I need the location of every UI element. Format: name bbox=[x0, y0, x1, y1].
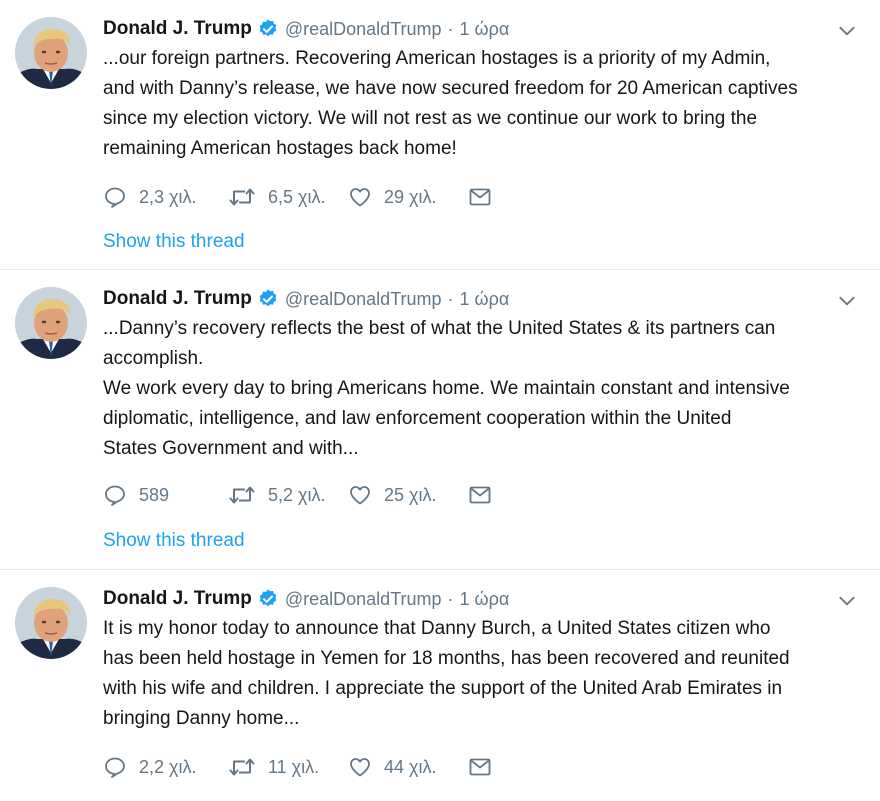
like-count: 25 χιλ. bbox=[384, 484, 437, 505]
tweet-text-line: ...our foreign partners. Recovering Amer… bbox=[103, 48, 771, 69]
envelope-icon bbox=[468, 755, 492, 779]
chevron-down-icon[interactable] bbox=[836, 590, 858, 612]
tweet-text-line: and with Danny’s release, we have now se… bbox=[103, 78, 798, 99]
tweet-text-line: It is my honor today to announce that Da… bbox=[103, 618, 771, 639]
show-thread-link[interactable]: Show this thread bbox=[103, 231, 245, 253]
heart-icon bbox=[348, 755, 372, 779]
action-bar: 2,2 χιλ. 11 χιλ. 44 χιλ. bbox=[103, 752, 492, 782]
like-count: 29 χιλ. bbox=[384, 186, 437, 207]
retweet-button[interactable]: 11 χιλ. bbox=[228, 755, 348, 779]
chevron-down-icon[interactable] bbox=[836, 20, 858, 42]
author-name[interactable]: Donald J. Trump bbox=[103, 288, 252, 310]
reply-icon bbox=[103, 755, 127, 779]
avatar[interactable] bbox=[15, 287, 87, 359]
reply-icon bbox=[103, 483, 127, 507]
retweet-count: 11 χιλ. bbox=[268, 756, 320, 777]
chevron-down-icon[interactable] bbox=[836, 290, 858, 312]
author-name[interactable]: Donald J. Trump bbox=[103, 588, 252, 610]
heart-icon bbox=[348, 483, 372, 507]
tweet-text-line: States Government and with... bbox=[103, 438, 359, 459]
verified-badge-icon bbox=[257, 288, 279, 310]
like-button[interactable]: 29 χιλ. bbox=[348, 185, 468, 209]
tweet-text-line: with his wife and children. I appreciate… bbox=[103, 678, 783, 699]
retweet-button[interactable]: 5,2 χιλ. bbox=[228, 483, 348, 507]
tweet-header: Donald J. Trump @realDonaldTrump · 1 ώρα bbox=[103, 586, 820, 612]
timestamp[interactable]: 1 ώρα bbox=[460, 289, 510, 310]
separator: · bbox=[447, 288, 454, 309]
like-button[interactable]: 25 χιλ. bbox=[348, 483, 468, 507]
reply-button[interactable]: 2,2 χιλ. bbox=[103, 755, 228, 779]
tweet-header: Donald J. Trump @realDonaldTrump · 1 ώρα bbox=[103, 286, 820, 312]
tweet-text-line: has been held hostage in Yemen for 18 mo… bbox=[103, 648, 790, 669]
action-bar: 2,3 χιλ. 6,5 χιλ. 29 χιλ. bbox=[103, 182, 492, 212]
action-bar: 589 5,2 χιλ. 25 χιλ. bbox=[103, 480, 492, 510]
tweet-header: Donald J. Trump @realDonaldTrump · 1 ώρα bbox=[103, 16, 820, 42]
retweet-icon bbox=[228, 185, 256, 209]
tweet-text-line: diplomatic, intelligence, and law enforc… bbox=[103, 408, 732, 429]
envelope-icon bbox=[468, 185, 492, 209]
tweet-text-line: ...Danny’s recovery reflects the best of… bbox=[103, 318, 776, 339]
heart-icon bbox=[348, 185, 372, 209]
reply-count: 589 bbox=[139, 484, 170, 505]
author-handle[interactable]: @realDonaldTrump bbox=[285, 289, 442, 310]
tweet-text: It is my honor today to announce that Da… bbox=[103, 614, 863, 734]
avatar[interactable] bbox=[15, 17, 87, 89]
timestamp[interactable]: 1 ώρα bbox=[460, 19, 510, 40]
verified-badge-icon bbox=[257, 18, 279, 40]
reply-count: 2,2 χιλ. bbox=[139, 756, 197, 777]
tweet-text-line: since my election victory. We will not r… bbox=[103, 108, 758, 129]
tweet-text: ...our foreign partners. Recovering Amer… bbox=[103, 44, 863, 164]
like-button[interactable]: 44 χιλ. bbox=[348, 755, 468, 779]
retweet-button[interactable]: 6,5 χιλ. bbox=[228, 185, 348, 209]
reply-button[interactable]: 589 bbox=[103, 483, 228, 507]
reply-count: 2,3 χιλ. bbox=[139, 186, 197, 207]
reply-button[interactable]: 2,3 χιλ. bbox=[103, 185, 228, 209]
direct-message-button[interactable] bbox=[468, 483, 492, 507]
separator: · bbox=[447, 18, 454, 39]
timestamp[interactable]: 1 ώρα bbox=[460, 589, 510, 610]
direct-message-button[interactable] bbox=[468, 755, 492, 779]
tweet-text-line: We work every day to bring Americans hom… bbox=[103, 378, 790, 399]
author-handle[interactable]: @realDonaldTrump bbox=[285, 19, 442, 40]
retweet-icon bbox=[228, 483, 256, 507]
tweet-text: ...Danny’s recovery reflects the best of… bbox=[103, 314, 863, 464]
separator: · bbox=[447, 588, 454, 609]
avatar[interactable] bbox=[15, 587, 87, 659]
verified-badge-icon bbox=[257, 588, 279, 610]
like-count: 44 χιλ. bbox=[384, 756, 437, 777]
retweet-icon bbox=[228, 755, 256, 779]
retweet-count: 5,2 χιλ. bbox=[268, 484, 326, 505]
reply-icon bbox=[103, 185, 127, 209]
direct-message-button[interactable] bbox=[468, 185, 492, 209]
author-name[interactable]: Donald J. Trump bbox=[103, 18, 252, 40]
show-thread-link[interactable]: Show this thread bbox=[103, 530, 245, 552]
author-handle[interactable]: @realDonaldTrump bbox=[285, 589, 442, 610]
envelope-icon bbox=[468, 483, 492, 507]
tweet-text-line: remaining American hostages back home! bbox=[103, 138, 457, 159]
tweet-text-line: accomplish. bbox=[103, 348, 204, 369]
tweet[interactable]: Donald J. Trump @realDonaldTrump · 1 ώρα… bbox=[0, 270, 880, 570]
tweet[interactable]: Donald J. Trump @realDonaldTrump · 1 ώρα… bbox=[0, 570, 880, 801]
tweet-text-line: bringing Danny home... bbox=[103, 708, 300, 729]
tweet[interactable]: Donald J. Trump @realDonaldTrump · 1 ώρα… bbox=[0, 0, 880, 270]
retweet-count: 6,5 χιλ. bbox=[268, 186, 326, 207]
